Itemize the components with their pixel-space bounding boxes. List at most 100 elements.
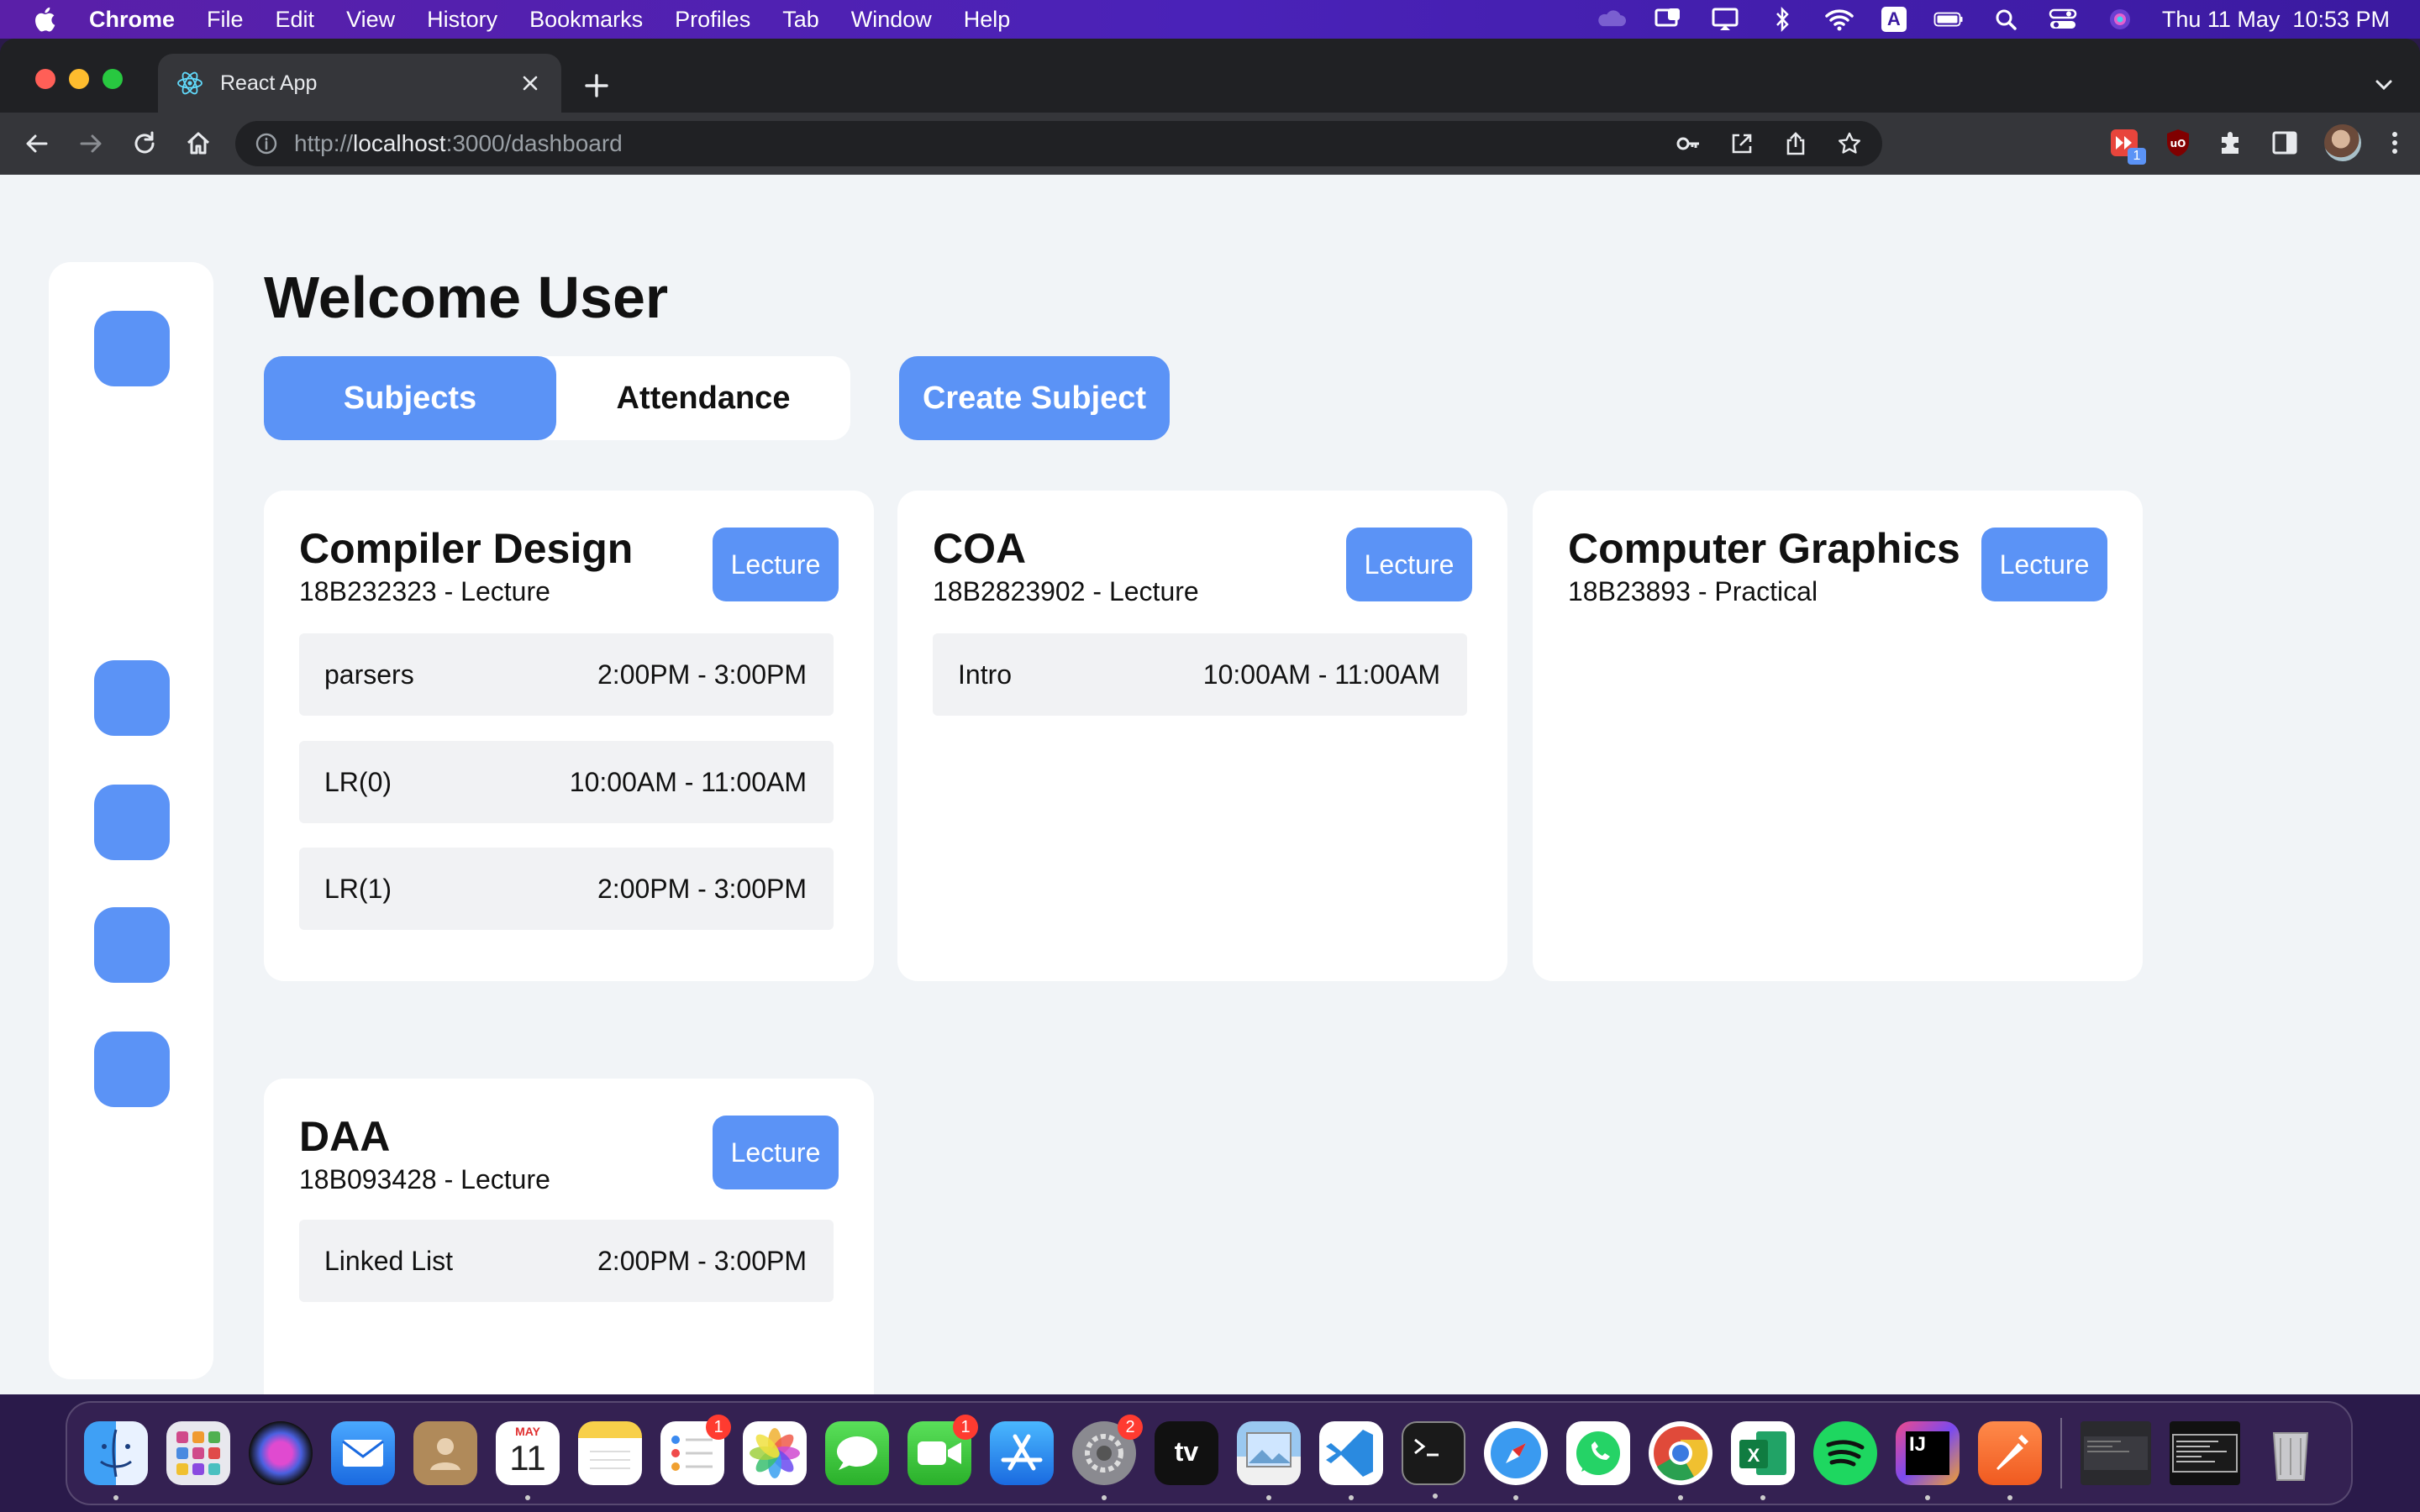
- excel-app-icon[interactable]: X: [1731, 1421, 1795, 1500]
- lecture-type-button[interactable]: Lecture: [1981, 528, 2107, 601]
- side-panel-icon[interactable]: [2270, 129, 2299, 157]
- spotify-app-icon[interactable]: [1813, 1421, 1877, 1485]
- session-time: 2:00PM - 3:00PM: [597, 659, 807, 690]
- tab-subjects[interactable]: Subjects: [264, 356, 556, 440]
- control-center-icon[interactable]: [2048, 8, 2078, 31]
- forward-arrow-icon[interactable]: [74, 127, 108, 160]
- menu-window[interactable]: Window: [851, 7, 932, 33]
- vscode-app-icon[interactable]: [1319, 1421, 1383, 1500]
- password-key-icon[interactable]: [1676, 131, 1701, 156]
- menu-edit[interactable]: Edit: [276, 7, 315, 33]
- subject-card[interactable]: COA 18B2823902 - Lecture Lecture Intro 10…: [897, 491, 1507, 981]
- display-icon[interactable]: [1710, 8, 1740, 31]
- sidebar-nav-button-2[interactable]: [94, 785, 170, 860]
- bookmark-star-icon[interactable]: [1837, 131, 1862, 156]
- back-arrow-icon[interactable]: [20, 127, 54, 160]
- share-icon[interactable]: [1783, 131, 1808, 156]
- apple-menu-icon[interactable]: [32, 5, 60, 34]
- mail-app-icon[interactable]: [331, 1421, 395, 1485]
- menu-bookmarks[interactable]: Bookmarks: [529, 7, 643, 33]
- lecture-type-button[interactable]: Lecture: [1346, 528, 1472, 601]
- minimized-terminal-thumbnail[interactable]: [2170, 1421, 2240, 1485]
- intellij-app-icon[interactable]: IJ: [1896, 1421, 1960, 1500]
- reminders-badge: 1: [706, 1415, 731, 1440]
- subject-title: DAA: [299, 1113, 391, 1160]
- chrome-menu-kebab-icon[interactable]: [2386, 128, 2403, 158]
- reload-icon[interactable]: [128, 127, 161, 160]
- system-settings-app-icon[interactable]: 2: [1072, 1415, 1143, 1500]
- battery-icon[interactable]: [1933, 8, 1964, 31]
- menu-help[interactable]: Help: [964, 7, 1011, 33]
- sidebar-nav-button-1[interactable]: [94, 660, 170, 736]
- url-host: localhost: [353, 130, 446, 156]
- notification-icon[interactable]: [1653, 8, 1683, 31]
- input-source-icon[interactable]: A: [1881, 7, 1907, 32]
- url-scheme: http://: [294, 130, 354, 156]
- home-icon[interactable]: [182, 127, 215, 160]
- wifi-icon[interactable]: [1824, 8, 1854, 31]
- calendar-app-icon[interactable]: MAY 11: [496, 1421, 560, 1500]
- zoom-window-button[interactable]: [103, 69, 123, 89]
- subject-card[interactable]: Computer Graphics 18B23893 - Practical L…: [1533, 491, 2143, 981]
- facetime-badge: 1: [953, 1415, 978, 1440]
- launchpad-app-icon[interactable]: [166, 1421, 230, 1485]
- session-row[interactable]: Linked List 2:00PM - 3:00PM: [299, 1220, 834, 1302]
- notes-app-icon[interactable]: [578, 1421, 642, 1485]
- minimize-window-button[interactable]: [69, 69, 89, 89]
- session-name: LR(0): [324, 766, 392, 797]
- subject-card[interactable]: Compiler Design 18B232323 - Lecture Lect…: [264, 491, 874, 981]
- close-window-button[interactable]: [35, 69, 55, 89]
- safari-app-icon[interactable]: [1484, 1421, 1548, 1500]
- menubar-clock[interactable]: Thu 11 May 10:53 PM: [2162, 7, 2390, 33]
- session-row[interactable]: LR(0) 10:00AM - 11:00AM: [299, 741, 834, 823]
- close-tab-icon[interactable]: [518, 71, 543, 96]
- spotlight-search-icon[interactable]: [1991, 8, 2021, 31]
- preview-app-icon[interactable]: [1237, 1421, 1301, 1500]
- apple-tv-app-icon[interactable]: tv: [1155, 1421, 1218, 1485]
- tab-attendance[interactable]: Attendance: [556, 356, 850, 440]
- finder-app-icon[interactable]: [84, 1421, 148, 1500]
- open-in-app-icon[interactable]: [1729, 131, 1754, 156]
- session-row[interactable]: Intro 10:00AM - 11:00AM: [933, 633, 1467, 716]
- create-subject-button[interactable]: Create Subject: [899, 356, 1170, 440]
- ublock-shield-icon[interactable]: uO: [2165, 128, 2191, 158]
- menu-app-name[interactable]: Chrome: [89, 7, 175, 33]
- lecture-type-button[interactable]: Lecture: [713, 528, 839, 601]
- app-store-icon[interactable]: [990, 1421, 1054, 1485]
- reminders-app-icon[interactable]: 1: [660, 1415, 731, 1485]
- minimized-window-thumbnail[interactable]: [2081, 1421, 2151, 1485]
- tab-search-chevron-icon[interactable]: [2371, 72, 2396, 97]
- extensions-puzzle-icon[interactable]: [2217, 129, 2245, 157]
- address-bar[interactable]: http://localhost:3000/dashboard: [235, 121, 1882, 166]
- menu-history[interactable]: History: [427, 7, 497, 33]
- photos-app-icon[interactable]: [743, 1421, 807, 1485]
- sidebar-nav-button-4[interactable]: [94, 1032, 170, 1107]
- menu-profiles[interactable]: Profiles: [675, 7, 750, 33]
- browser-tab-react-app[interactable]: React App: [158, 54, 561, 113]
- extension-fastforward-icon[interactable]: 1: [2109, 128, 2146, 165]
- siri-icon[interactable]: [2105, 8, 2135, 31]
- chrome-app-icon[interactable]: [1649, 1421, 1712, 1500]
- profile-avatar[interactable]: [2324, 124, 2361, 161]
- bluetooth-icon[interactable]: [1767, 6, 1797, 33]
- postman-app-icon[interactable]: [1978, 1421, 2042, 1500]
- facetime-app-icon[interactable]: 1: [908, 1415, 978, 1485]
- subject-card[interactable]: DAA 18B093428 - Lecture Lecture Linked L…: [264, 1079, 874, 1394]
- lecture-type-button[interactable]: Lecture: [713, 1116, 839, 1189]
- whatsapp-app-icon[interactable]: [1566, 1421, 1630, 1485]
- new-tab-plus-icon[interactable]: [580, 69, 613, 102]
- session-row[interactable]: LR(1) 2:00PM - 3:00PM: [299, 848, 834, 930]
- menu-view[interactable]: View: [346, 7, 395, 33]
- sidebar-logo-button[interactable]: [94, 311, 170, 386]
- trash-icon[interactable]: [2259, 1421, 2323, 1485]
- cloud-icon[interactable]: [1596, 8, 1626, 31]
- messages-app-icon[interactable]: [825, 1421, 889, 1485]
- terminal-app-icon[interactable]: [1402, 1421, 1465, 1499]
- menu-tab[interactable]: Tab: [782, 7, 819, 33]
- contacts-app-icon[interactable]: [413, 1421, 477, 1485]
- sidebar-nav-button-3[interactable]: [94, 907, 170, 983]
- menu-file[interactable]: File: [207, 7, 244, 33]
- siri-app-icon[interactable]: [249, 1421, 313, 1485]
- session-row[interactable]: parsers 2:00PM - 3:00PM: [299, 633, 834, 716]
- site-info-icon[interactable]: [254, 131, 279, 156]
